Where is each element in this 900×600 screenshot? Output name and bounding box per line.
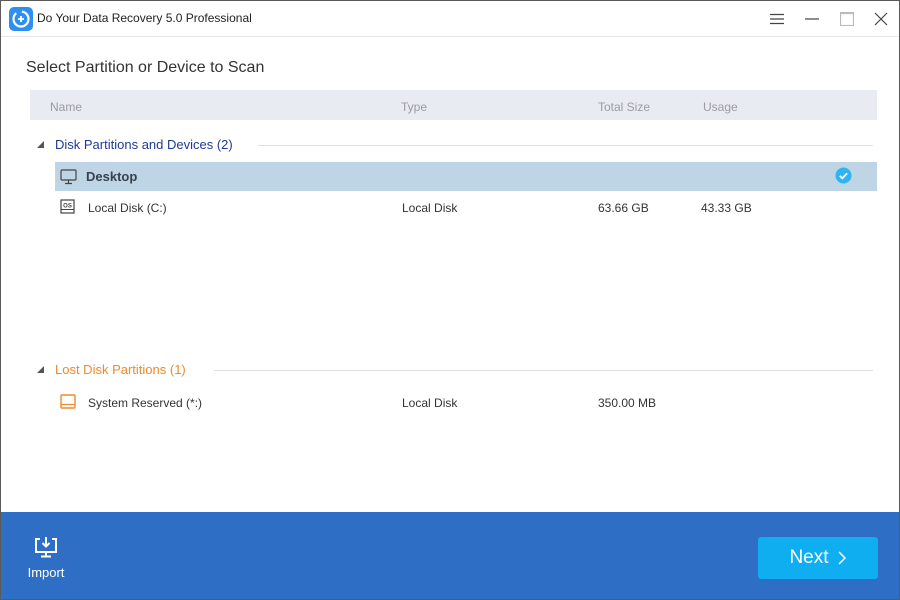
import-label: Import xyxy=(27,565,65,580)
close-button[interactable] xyxy=(868,7,894,31)
collapse-triangle-icon[interactable] xyxy=(37,366,44,373)
device-name: Desktop xyxy=(86,169,138,184)
partition-usage: 43.33 GB xyxy=(701,201,752,215)
app-logo-icon xyxy=(9,7,33,31)
partition-type: Local Disk xyxy=(402,201,458,215)
monitor-icon xyxy=(60,169,77,185)
lost-disk-icon xyxy=(60,394,76,409)
group-lost-partitions: Lost Disk Partitions (1) xyxy=(1,360,899,380)
next-button[interactable]: Next xyxy=(758,537,878,579)
window-title: Do Your Data Recovery 5.0 Professional xyxy=(37,11,252,25)
partition-type: Local Disk xyxy=(402,396,458,410)
column-header-type[interactable]: Type xyxy=(401,100,427,114)
partition-name: Local Disk (C:) xyxy=(88,201,167,215)
os-disk-icon: OS xyxy=(60,199,75,214)
close-icon xyxy=(874,12,888,26)
partition-total-size: 350.00 MB xyxy=(598,396,657,410)
partition-row-system-reserved[interactable]: System Reserved (*:) Local Disk 350.00 M… xyxy=(55,388,877,417)
column-header-name[interactable]: Name xyxy=(50,100,82,114)
collapse-triangle-icon[interactable] xyxy=(37,141,44,148)
group-disk-partitions: Disk Partitions and Devices (2) xyxy=(1,135,899,155)
column-header-total-size[interactable]: Total Size xyxy=(598,100,650,114)
minimize-icon xyxy=(805,18,819,20)
partition-total-size: 63.66 GB xyxy=(598,201,649,215)
maximize-icon xyxy=(840,12,854,26)
minimize-button[interactable] xyxy=(799,7,825,31)
column-header-usage[interactable]: Usage xyxy=(703,100,738,114)
group-divider xyxy=(214,370,873,371)
device-row-desktop[interactable]: Desktop xyxy=(55,162,877,191)
partition-row-local-disk-c[interactable]: OS Local Disk (C:) Local Disk 63.66 GB 4… xyxy=(55,193,877,222)
maximize-button[interactable] xyxy=(834,7,860,31)
app-window: Do Your Data Recovery 5.0 Professional S… xyxy=(0,0,900,600)
partition-name: System Reserved (*:) xyxy=(88,396,203,410)
table-header: Name Type Total Size Usage xyxy=(30,90,877,120)
selected-check-icon[interactable] xyxy=(835,167,852,184)
chevron-right-icon xyxy=(838,551,846,565)
import-icon xyxy=(35,537,57,558)
group-label: Lost Disk Partitions (1) xyxy=(55,362,186,377)
menu-button[interactable] xyxy=(764,7,790,31)
group-divider xyxy=(258,145,873,146)
next-label: Next xyxy=(789,547,829,568)
menu-icon xyxy=(770,13,784,25)
footer-bar: Import Next xyxy=(1,512,899,599)
group-label: Disk Partitions and Devices (2) xyxy=(55,137,233,152)
title-bar: Do Your Data Recovery 5.0 Professional xyxy=(1,1,899,37)
svg-text:OS: OS xyxy=(63,204,72,210)
page-title: Select Partition or Device to Scan xyxy=(26,59,265,76)
import-button[interactable]: Import xyxy=(23,536,69,580)
